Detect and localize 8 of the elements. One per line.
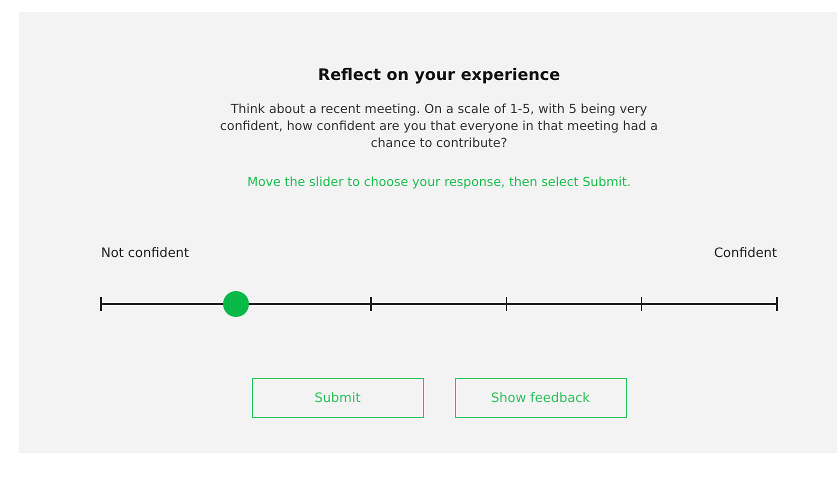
instruction-text: Move the slider to choose your response, then select Submit. [247,173,631,190]
heading: Reflect on your experience [318,64,560,86]
scale-min-label: Not confident [101,245,190,263]
action-button[interactable]: Submit [252,378,424,418]
slider-thumb[interactable] [223,291,250,317]
question-text: Think about a recent meeting. On a scale of 1-5, with 5 being very confident, how confident are you that everyone in that meeting had a chance to contribute? [219,100,659,151]
scale-max-label: Confident [714,245,777,263]
action-button[interactable]: Show feedback [454,378,626,418]
